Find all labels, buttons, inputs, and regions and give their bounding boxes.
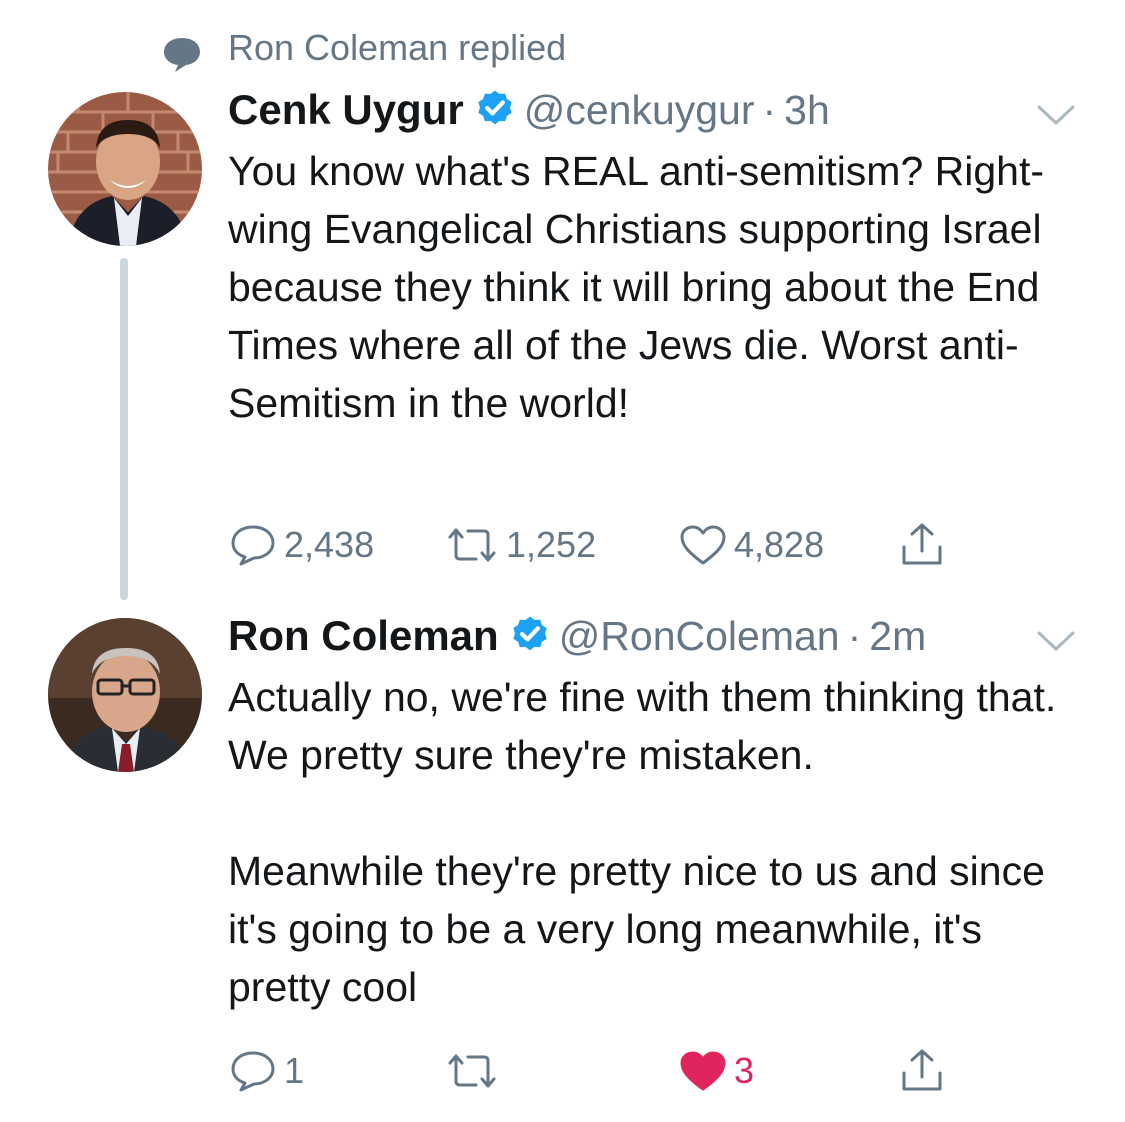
timestamp[interactable]: 3h [784,87,830,133]
avatar[interactable] [48,618,202,772]
tweet-header: Cenk Uygur @cenkuygur · 3h [228,84,830,136]
like-count: 3 [734,1050,755,1091]
retweet-button[interactable] [444,1046,506,1096]
reply-count: 2,438 [284,524,375,565]
reply-icon [231,1051,275,1092]
reply-context: Ron Coleman replied [0,22,1125,74]
retweet-icon [448,528,496,562]
timestamp[interactable]: 2m [869,613,926,659]
display-name[interactable]: Ron Coleman [228,612,499,659]
like-button[interactable]: 3 [678,1046,754,1096]
tweet-paragraph: Meanwhile they're pretty nice to us and … [228,848,1045,1010]
reply-button[interactable]: 1 [228,1046,304,1096]
tweet-header: Ron Coleman @RonColeman · 2m [228,610,926,662]
share-button[interactable] [898,520,946,570]
retweet-icon [448,1054,496,1088]
avatar[interactable] [48,92,202,246]
speech-bubble-icon [164,38,200,72]
thread-connector-line [120,258,128,600]
meta-separator: · [762,87,777,133]
tweet-actions: 1 3 [228,1046,1028,1096]
handle[interactable]: @RonColeman [559,613,840,659]
reply-count: 1 [284,1050,305,1091]
verified-badge-icon [513,616,547,651]
tweet-paragraph: You know what's REAL anti-semitism? Righ… [228,148,1045,426]
retweet-count: 1,252 [506,524,597,565]
tweet-text: Actually no, we're fine with them thinki… [228,668,1088,1016]
tweet-actions: 2,438 1,252 4,828 [228,520,1028,570]
heart-filled-icon [680,1051,726,1091]
like-count: 4,828 [734,524,825,565]
retweet-button[interactable]: 1,252 [444,520,596,570]
verified-badge-icon [478,90,512,125]
heart-icon [680,525,726,565]
tweet-paragraph: Actually no, we're fine with them thinki… [228,674,1057,778]
reply-icon [231,525,275,566]
chevron-down-icon[interactable] [1035,100,1077,130]
reply-context-text: Ron Coleman replied [228,27,567,68]
display-name[interactable]: Cenk Uygur [228,86,464,133]
like-button[interactable]: 4,828 [678,520,824,570]
meta-separator: · [847,613,862,659]
chevron-down-icon[interactable] [1035,626,1077,656]
share-icon [902,1049,942,1091]
share-button[interactable] [898,1046,946,1096]
tweet-text: You know what's REAL anti-semitism? Righ… [228,142,1088,432]
share-icon [902,523,942,565]
handle[interactable]: @cenkuygur [524,87,755,133]
reply-button[interactable]: 2,438 [228,520,374,570]
